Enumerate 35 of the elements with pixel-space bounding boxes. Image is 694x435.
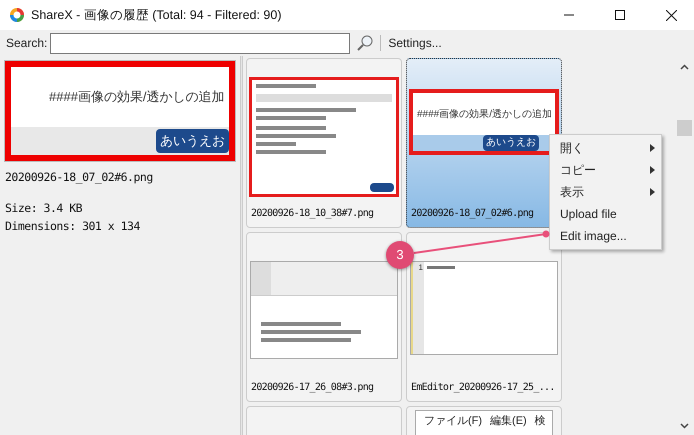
file-name: 20200926-18_07_02#6.png <box>411 207 534 221</box>
search-icon[interactable] <box>357 35 374 51</box>
button-image <box>370 183 394 192</box>
heading-text: ####画像の効果/透かしの追加 <box>49 88 225 106</box>
thumbnail-card[interactable]: 1 EmEditor_20200926-17_25_... <box>406 232 562 402</box>
file-dimensions: Dimensions: 301 x 134 <box>5 218 141 234</box>
window-title: ShareX - 画像の履歴 (Total: 94 - Filtered: 90) <box>31 6 282 24</box>
submenu-arrow-icon <box>650 144 655 152</box>
scroll-thumb[interactable] <box>677 120 692 136</box>
code-line <box>427 266 455 269</box>
close-icon[interactable] <box>666 10 677 20</box>
menu-text: 検 <box>534 414 546 429</box>
maximize-icon[interactable] <box>615 10 625 20</box>
search-field[interactable] <box>50 32 350 54</box>
thumbnail-card[interactable]: ファイル(F) 編集(E) 検 <box>406 406 562 435</box>
file-name: 20200926-17_26_08#3.png <box>251 381 374 395</box>
file-name: 20200926-18_10_38#7.png <box>251 207 374 221</box>
scroll-down-icon[interactable] <box>680 423 689 429</box>
thumbnail-card[interactable]: 20200926-18_10_38#7.png <box>246 58 402 228</box>
search-label: Search: <box>6 35 48 52</box>
scroll-up-icon[interactable] <box>680 64 689 70</box>
submenu-arrow-icon <box>650 188 655 196</box>
file-name: 20200926-18_07_02#6.png <box>5 169 154 186</box>
image-button: あいうえお <box>483 135 539 151</box>
line-number: 1 <box>418 262 423 274</box>
menu-text: 編集(E) <box>490 414 527 429</box>
settings-button[interactable]: Settings... <box>388 34 442 52</box>
file-name: EmEditor_20200926-17_25_... <box>411 381 555 395</box>
app-logo-icon <box>9 7 25 23</box>
menu-text: ファイル(F) <box>424 414 482 429</box>
gutter-strip <box>251 262 271 295</box>
thumbnail-card[interactable]: ####画像の効果/透かしの追加 あいうえお 20200926-18_07_02#6.png <box>406 58 562 228</box>
heading-text: ####画像の効果/透かしの追加 <box>417 108 552 122</box>
file-size: Size: 3.4 KB <box>5 200 84 218</box>
submenu-arrow-icon <box>650 166 655 174</box>
